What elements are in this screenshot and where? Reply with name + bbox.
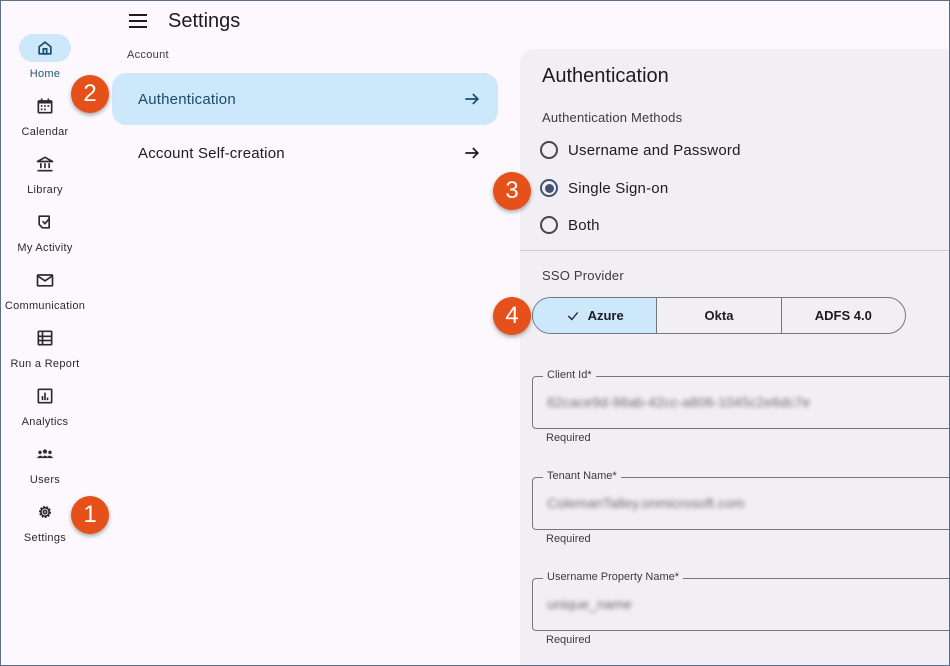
app-window: Settings Home Calendar Library My Activi… — [0, 0, 950, 666]
top-bar: Settings — [126, 7, 240, 35]
rail-label-home: Home — [29, 68, 61, 80]
field-label: Client Id* — [543, 369, 596, 381]
methods-label: Authentication Methods — [542, 110, 683, 125]
field-label: Tenant Name* — [543, 470, 621, 482]
helper-text: Required — [546, 432, 591, 444]
settings-item-label: Account Self-creation — [138, 144, 285, 162]
mail-icon — [19, 266, 71, 294]
provider-azure-button[interactable]: Azure — [533, 298, 657, 333]
helper-text: Required — [546, 634, 591, 646]
radio-button-checked[interactable] — [540, 179, 558, 197]
hamburger-menu-icon[interactable] — [126, 9, 150, 33]
provider-label: Azure — [587, 308, 624, 323]
provider-label: Okta — [704, 308, 734, 323]
rail-label-settings: Settings — [23, 532, 67, 544]
radio-label: Single Sign-on — [568, 179, 669, 197]
rail-label-analytics: Analytics — [21, 416, 69, 428]
rail-item-analytics[interactable]: Analytics — [1, 382, 89, 440]
field-label: Username Property Name* — [543, 571, 684, 583]
rail-item-my-activity[interactable]: My Activity — [1, 208, 89, 266]
rail-label-calendar: Calendar — [21, 126, 69, 138]
tenant-name-field[interactable]: Tenant Name* ColemanTalley.onmicrosoft.c… — [532, 470, 949, 530]
rail-label-users: Users — [29, 474, 61, 486]
gear-icon — [19, 498, 71, 526]
authentication-panel: Authentication Authentication Methods Us… — [520, 49, 949, 665]
users-icon — [19, 440, 71, 468]
rail-item-run-a-report[interactable]: Run a Report — [1, 324, 89, 382]
client-id-field[interactable]: Client Id* 62cace9d-98ab-42cc-a806-1045c… — [532, 369, 949, 429]
callout-badge-1: 1 — [71, 496, 109, 534]
report-icon — [19, 324, 71, 352]
field-value: unique_name — [547, 596, 632, 612]
activity-icon — [19, 208, 71, 236]
radio-button[interactable] — [540, 141, 558, 159]
rail-label-my-activity: My Activity — [17, 242, 73, 254]
sso-provider-segmented-control: Azure Okta ADFS 4.0 — [532, 297, 906, 334]
calendar-icon — [19, 92, 71, 120]
home-icon — [19, 34, 71, 62]
helper-text: Required — [546, 533, 591, 545]
radio-button[interactable] — [540, 216, 558, 234]
panel-title: Authentication — [542, 65, 669, 87]
rail-item-users[interactable]: Users — [1, 440, 89, 498]
callout-badge-3: 3 — [493, 172, 531, 210]
library-icon — [19, 150, 71, 178]
field-value: ColemanTalley.onmicrosoft.com — [547, 495, 745, 511]
callout-badge-2: 2 — [71, 75, 109, 113]
radio-label: Username and Password — [568, 141, 741, 159]
callout-badge-4: 4 — [493, 297, 531, 335]
settings-item-account-self-creation[interactable]: Account Self-creation — [112, 127, 498, 179]
radio-label: Both — [568, 216, 600, 234]
rail-label-communication: Communication — [4, 300, 86, 312]
field-value: 62cace9d-98ab-42cc-a806-1045c2e6dc7e — [547, 394, 811, 410]
divider — [520, 250, 949, 251]
radio-both[interactable]: Both — [540, 212, 600, 238]
analytics-icon — [19, 382, 71, 410]
provider-okta-button[interactable]: Okta — [656, 298, 780, 333]
sso-provider-label: SSO Provider — [542, 268, 624, 283]
username-property-field[interactable]: Username Property Name* unique_name — [532, 571, 949, 631]
settings-item-label: Authentication — [138, 90, 236, 108]
page-title: Settings — [168, 9, 241, 32]
rail-label-run-a-report: Run a Report — [10, 358, 80, 370]
radio-username-password[interactable]: Username and Password — [540, 137, 741, 163]
section-label-account: Account — [127, 49, 169, 61]
arrow-right-icon — [465, 147, 480, 159]
rail-item-communication[interactable]: Communication — [1, 266, 89, 324]
arrow-right-icon — [465, 93, 480, 105]
provider-adfs-button[interactable]: ADFS 4.0 — [780, 298, 905, 333]
radio-single-sign-on[interactable]: Single Sign-on — [540, 175, 668, 201]
rail-label-library: Library — [27, 184, 63, 196]
provider-label: ADFS 4.0 — [814, 308, 872, 323]
settings-item-authentication[interactable]: Authentication — [112, 73, 498, 125]
check-icon — [567, 311, 578, 320]
rail-item-library[interactable]: Library — [1, 150, 89, 208]
